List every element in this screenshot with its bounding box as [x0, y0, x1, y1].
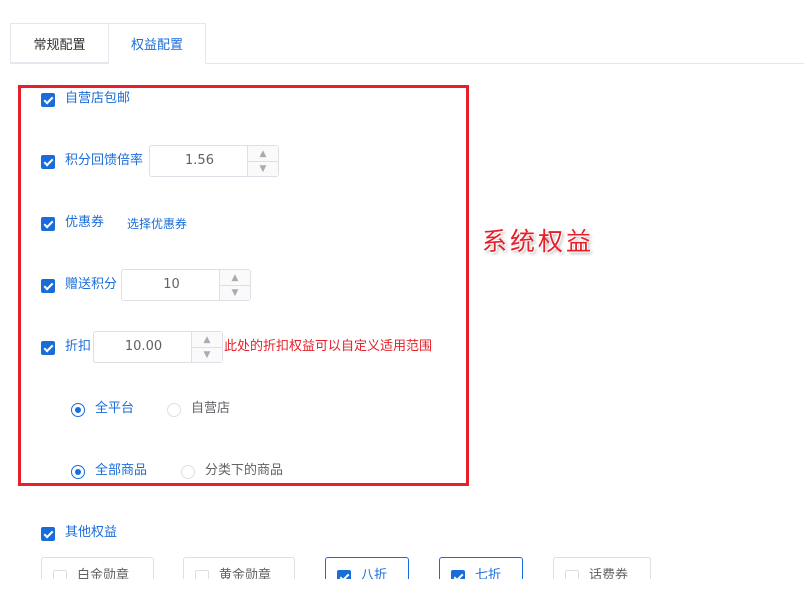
gift-points-label[interactable]: 赠送积分	[65, 277, 117, 293]
decrease-icon[interactable]: ▼	[220, 285, 250, 300]
coupon-label[interactable]: 优惠券	[65, 215, 104, 231]
points-rate-value[interactable]: 1.56	[150, 146, 249, 176]
gift-points-checkbox[interactable]	[41, 279, 55, 293]
bottom-crop-mask	[0, 579, 804, 606]
increase-icon[interactable]: ▲	[248, 146, 278, 162]
radio-all-goods[interactable]	[71, 465, 85, 479]
system-benefits-annotation: 系统权益	[482, 227, 595, 256]
increase-icon[interactable]: ▲	[192, 332, 222, 348]
radio-label-category-goods[interactable]: 分类下的商品	[205, 463, 283, 479]
tab-label: 常规配置	[33, 37, 86, 53]
radio-category-goods[interactable]	[181, 465, 195, 479]
decrease-icon[interactable]: ▼	[192, 347, 222, 362]
radio-label-all-platform[interactable]: 全平台	[95, 401, 134, 417]
radio-label-self-operated[interactable]: 自营店	[191, 401, 230, 417]
tab-benefit-config[interactable]: 权益配置	[108, 23, 206, 64]
discount-value[interactable]: 10.00	[94, 332, 193, 362]
radio-all-platform[interactable]	[71, 403, 85, 417]
increase-icon[interactable]: ▲	[220, 270, 250, 286]
discount-scope-note: 此处的折扣权益可以自定义适用范围	[224, 339, 433, 354]
free-shipping-checkbox[interactable]	[41, 93, 55, 107]
select-coupon-link[interactable]: 选择优惠券	[127, 216, 187, 232]
tab-general-config[interactable]: 常规配置	[10, 23, 109, 63]
discount-input[interactable]: 10.00 ▲ ▼	[93, 331, 223, 363]
gift-points-value[interactable]: 10	[122, 270, 221, 300]
points-rate-input[interactable]: 1.56 ▲ ▼	[149, 145, 279, 177]
discount-checkbox[interactable]	[41, 341, 55, 355]
coupon-checkbox[interactable]	[41, 217, 55, 231]
decrease-icon[interactable]: ▼	[248, 161, 278, 176]
stepper-buttons: ▲ ▼	[191, 332, 222, 362]
other-benefits-checkbox[interactable]	[41, 527, 55, 541]
radio-label-all-goods[interactable]: 全部商品	[95, 463, 147, 479]
points-rate-checkbox[interactable]	[41, 155, 55, 169]
gift-points-input[interactable]: 10 ▲ ▼	[121, 269, 251, 301]
stepper-buttons: ▲ ▼	[219, 270, 250, 300]
points-rate-label[interactable]: 积分回馈倍率	[65, 153, 143, 169]
other-benefits-label[interactable]: 其他权益	[65, 525, 117, 541]
stepper-buttons: ▲ ▼	[247, 146, 278, 176]
free-shipping-label[interactable]: 自营店包邮	[65, 91, 130, 107]
radio-self-operated[interactable]	[167, 403, 181, 417]
discount-label[interactable]: 折扣	[65, 339, 91, 355]
tab-label: 权益配置	[130, 38, 183, 53]
